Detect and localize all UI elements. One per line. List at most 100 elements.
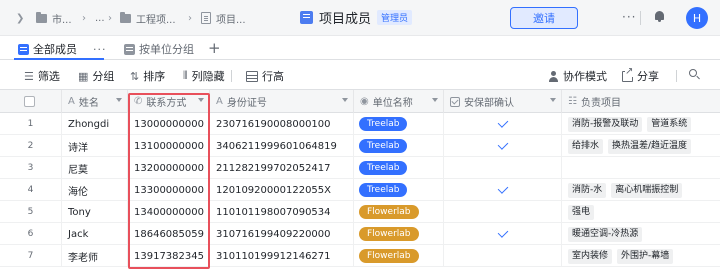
project-tag: 换热温差/趋近温度 — [608, 138, 692, 154]
row-height-button[interactable]: 行高 — [246, 69, 284, 83]
share-button[interactable]: 分享 — [622, 66, 659, 83]
row-number[interactable]: 4 — [0, 179, 62, 201]
breadcrumb-item-1[interactable]: 市... — [36, 10, 72, 26]
search-icon[interactable] — [689, 69, 700, 80]
phone-cell[interactable]: 13200000000 — [128, 157, 210, 179]
column-header-phone[interactable]: ✆ 联系方式 — [128, 90, 210, 113]
bell-icon[interactable] — [654, 11, 665, 23]
security-confirm-cell[interactable] — [444, 135, 562, 157]
project-tag: 消防-报警及联动 — [568, 116, 643, 132]
name-cell[interactable]: Tony — [62, 201, 128, 223]
sidebar-toggle-icon[interactable]: ❯ — [16, 10, 24, 26]
row-number[interactable]: 5 — [0, 201, 62, 223]
security-confirm-cell[interactable] — [444, 201, 562, 223]
id-number-cell[interactable]: 12010920000122055X — [210, 179, 354, 201]
tab-all-members[interactable]: 全部成员 ··· — [18, 40, 107, 58]
table-row[interactable]: 6 Jack 18646085059 310716199409220000 Flower… — [0, 223, 720, 245]
breadcrumb-item-3[interactable]: 工程项... — [120, 10, 176, 26]
column-header-projects[interactable]: ☷ 负责项目 — [562, 90, 720, 113]
share-icon — [622, 66, 634, 82]
avatar[interactable]: H — [686, 7, 708, 29]
tab-more-icon[interactable]: ··· — [93, 43, 107, 56]
grid-view-icon — [124, 43, 135, 55]
unit-tag: Treelab — [359, 139, 408, 153]
projects-cell[interactable]: 暖通空调-冷热源 — [562, 223, 720, 245]
name-cell[interactable]: 李老师 — [62, 245, 128, 267]
table-row[interactable]: 5 Tony 13400000000 110101198007090534 Flower… — [0, 201, 720, 223]
phone-cell[interactable]: 18646085059 — [128, 223, 210, 245]
row-number[interactable]: 6 — [0, 223, 62, 245]
name-cell[interactable]: 尼莫 — [62, 157, 128, 179]
security-confirm-cell[interactable] — [444, 157, 562, 179]
table-row[interactable]: 2 诗洋 13100000000 340621199960106481​9 Treela… — [0, 135, 720, 157]
security-confirm-cell[interactable] — [444, 223, 562, 245]
name-cell[interactable]: Jack — [62, 223, 128, 245]
phone-icon: ✆ — [134, 96, 143, 107]
invite-button[interactable]: 邀请 — [510, 7, 578, 29]
unit-cell[interactable]: Treelab — [354, 157, 444, 179]
multiselect-icon: ☷ — [568, 96, 577, 107]
name-cell[interactable]: Zhongdi — [62, 113, 128, 135]
filter-button[interactable]: ☰ 筛选 — [24, 69, 60, 84]
id-number-cell-text: 310110199912146271 — [216, 250, 331, 262]
projects-cell[interactable]: 消防-报警及联动 管道系统 — [562, 113, 720, 135]
projects-cell[interactable]: 室内装修 外围护-幕墙 — [562, 245, 720, 267]
chevron-down-icon[interactable] — [432, 98, 438, 102]
unit-cell[interactable]: Flowerlab — [354, 245, 444, 267]
unit-cell[interactable]: Treelab — [354, 113, 444, 135]
projects-cell[interactable]: 给排水 换热温差/趋近温度 — [562, 135, 720, 157]
chevron-down-icon[interactable] — [550, 98, 556, 102]
unit-cell[interactable]: Flowerlab — [354, 223, 444, 245]
table-row[interactable]: 4 海伦 13300000000 12010920000122055X Treelab 消… — [0, 179, 720, 201]
chevron-down-icon[interactable] — [342, 98, 348, 102]
unit-cell[interactable]: Treelab — [354, 179, 444, 201]
phone-cell[interactable]: 13400000000 — [128, 201, 210, 223]
unit-cell[interactable]: Treelab — [354, 135, 444, 157]
phone-cell[interactable]: 13000000000 — [128, 113, 210, 135]
chevron-down-icon[interactable] — [116, 98, 122, 102]
id-number-cell[interactable]: 310110199912146271 — [210, 245, 354, 267]
id-number-cell[interactable]: 230716190008000100 — [210, 113, 354, 135]
more-icon[interactable]: ··· — [622, 10, 636, 24]
row-number[interactable]: 2 — [0, 135, 62, 157]
group-button[interactable]: ▦ 分组 — [78, 69, 114, 84]
security-confirm-cell[interactable] — [444, 245, 562, 267]
id-number-cell[interactable]: 310716199409220000 — [210, 223, 354, 245]
breadcrumb-item-4[interactable]: 项目... — [201, 10, 246, 26]
breadcrumb-item-2[interactable]: ... — [95, 10, 105, 26]
phone-cell[interactable]: 13100000000 — [128, 135, 210, 157]
phone-cell[interactable]: 13300000000 — [128, 179, 210, 201]
id-number-cell[interactable]: 340621199960106481​9 — [210, 135, 354, 157]
id-number-cell[interactable]: 211282199702052417 — [210, 157, 354, 179]
hide-columns-button[interactable]: ⫴ 列隐藏 — [183, 69, 225, 83]
add-view-icon[interactable]: + — [208, 39, 221, 57]
name-cell[interactable]: 海伦 — [62, 179, 128, 201]
row-number[interactable]: 3 — [0, 157, 62, 179]
collab-mode-button[interactable]: 协作模式 — [548, 69, 607, 83]
unit-cell[interactable]: Flowerlab — [354, 201, 444, 223]
security-confirm-cell[interactable] — [444, 179, 562, 201]
active-tab-indicator — [14, 58, 104, 60]
sort-button[interactable]: ⇅ 排序 — [130, 69, 165, 84]
security-confirm-cell[interactable] — [444, 113, 562, 135]
table-row[interactable]: 7 李老师 13917382345 310110199912146271 Flowerl… — [0, 245, 720, 267]
chevron-down-icon[interactable] — [198, 98, 204, 102]
projects-cell[interactable] — [562, 157, 720, 179]
user-icon — [548, 70, 559, 82]
tab-group-by-unit[interactable]: 按单位分组 — [124, 40, 194, 58]
column-header-unit[interactable]: ◉ 单位名称 — [354, 90, 444, 113]
projects-cell[interactable]: 消防-水 离心机喘振控制 — [562, 179, 720, 201]
projects-cell[interactable]: 强电 — [562, 201, 720, 223]
id-number-cell[interactable]: 110101198007090534 — [210, 201, 354, 223]
row-number[interactable]: 7 — [0, 245, 62, 267]
select-all-checkbox[interactable] — [0, 90, 62, 113]
id-number-cell-text: 211282199702052417 — [216, 162, 331, 174]
row-number[interactable]: 1 — [0, 113, 62, 135]
column-header-security-confirm[interactable]: 安保部确认 — [444, 90, 562, 113]
name-cell[interactable]: 诗洋 — [62, 135, 128, 157]
table-row[interactable]: 3 尼莫 13200000000 211282199702052417 Treelab — [0, 157, 720, 179]
phone-cell[interactable]: 13917382345 — [128, 245, 210, 267]
table-row[interactable]: 1 Zhongdi 13000000000 230716190008000100 Tre… — [0, 113, 720, 135]
column-header-name[interactable]: A 姓名 — [62, 90, 128, 113]
column-header-id-number[interactable]: A 身份证号 — [210, 90, 354, 113]
